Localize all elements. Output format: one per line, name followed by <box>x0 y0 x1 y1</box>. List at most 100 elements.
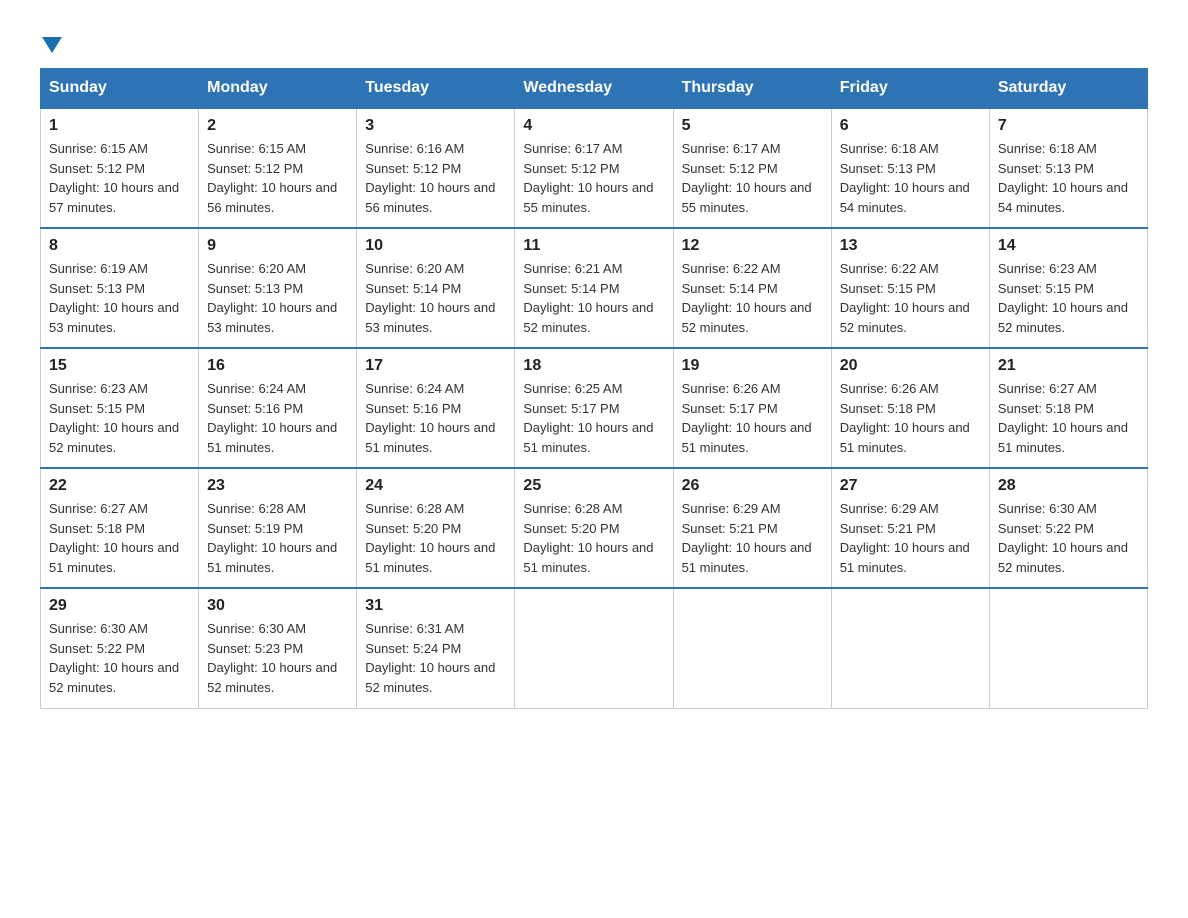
day-info: Sunrise: 6:20 AMSunset: 5:14 PMDaylight:… <box>365 261 495 335</box>
day-info: Sunrise: 6:23 AMSunset: 5:15 PMDaylight:… <box>998 261 1128 335</box>
day-number: 15 <box>49 357 190 375</box>
day-info: Sunrise: 6:30 AMSunset: 5:23 PMDaylight:… <box>207 621 337 695</box>
calendar-cell: 21 Sunrise: 6:27 AMSunset: 5:18 PMDayligh… <box>989 348 1147 468</box>
week-row-5: 29 Sunrise: 6:30 AMSunset: 5:22 PMDayligh… <box>41 588 1148 708</box>
week-row-2: 8 Sunrise: 6:19 AMSunset: 5:13 PMDaylight… <box>41 228 1148 348</box>
calendar-cell: 13 Sunrise: 6:22 AMSunset: 5:15 PMDayligh… <box>831 228 989 348</box>
day-info: Sunrise: 6:28 AMSunset: 5:20 PMDaylight:… <box>523 501 653 575</box>
calendar-cell: 12 Sunrise: 6:22 AMSunset: 5:14 PMDayligh… <box>673 228 831 348</box>
day-number: 27 <box>840 477 981 495</box>
day-number: 22 <box>49 477 190 495</box>
calendar-cell: 31 Sunrise: 6:31 AMSunset: 5:24 PMDayligh… <box>357 588 515 708</box>
calendar-cell: 6Sunrise: 6:18 AMSunset: 5:13 PMDaylight… <box>831 108 989 228</box>
calendar-cell: 26 Sunrise: 6:29 AMSunset: 5:21 PMDayligh… <box>673 468 831 588</box>
week-row-4: 22 Sunrise: 6:27 AMSunset: 5:18 PMDayligh… <box>41 468 1148 588</box>
header-friday: Friday <box>831 69 989 109</box>
calendar-cell: 15 Sunrise: 6:23 AMSunset: 5:15 PMDayligh… <box>41 348 199 468</box>
calendar-cell: 2 Sunrise: 6:15 AMSunset: 5:12 PMDaylight… <box>199 108 357 228</box>
day-number: 9 <box>207 237 348 255</box>
day-number: 13 <box>840 237 981 255</box>
day-number: 21 <box>998 357 1139 375</box>
calendar-cell: 25 Sunrise: 6:28 AMSunset: 5:20 PMDayligh… <box>515 468 673 588</box>
day-info: Sunrise: 6:19 AMSunset: 5:13 PMDaylight:… <box>49 261 179 335</box>
day-info: Sunrise: 6:18 AMSunset: 5:13 PMDaylight:… <box>840 141 970 215</box>
calendar-cell <box>831 588 989 708</box>
day-number: 16 <box>207 357 348 375</box>
calendar-cell: 27 Sunrise: 6:29 AMSunset: 5:21 PMDayligh… <box>831 468 989 588</box>
logo-triangle-icon <box>42 37 62 53</box>
day-info: Sunrise: 6:30 AMSunset: 5:22 PMDaylight:… <box>49 621 179 695</box>
day-number: 11 <box>523 237 664 255</box>
calendar-cell: 28 Sunrise: 6:30 AMSunset: 5:22 PMDayligh… <box>989 468 1147 588</box>
calendar-cell: 19 Sunrise: 6:26 AMSunset: 5:17 PMDayligh… <box>673 348 831 468</box>
day-number: 2 <box>207 117 348 135</box>
day-info: Sunrise: 6:31 AMSunset: 5:24 PMDaylight:… <box>365 621 495 695</box>
header-thursday: Thursday <box>673 69 831 109</box>
calendar-cell: 14 Sunrise: 6:23 AMSunset: 5:15 PMDayligh… <box>989 228 1147 348</box>
calendar-cell <box>989 588 1147 708</box>
day-info: Sunrise: 6:27 AMSunset: 5:18 PMDaylight:… <box>49 501 179 575</box>
day-number: 4 <box>523 117 664 135</box>
calendar-cell <box>515 588 673 708</box>
calendar-cell: 10 Sunrise: 6:20 AMSunset: 5:14 PMDayligh… <box>357 228 515 348</box>
calendar-cell: 7 Sunrise: 6:18 AMSunset: 5:13 PMDaylight… <box>989 108 1147 228</box>
day-number: 24 <box>365 477 506 495</box>
day-number: 7 <box>998 117 1139 135</box>
week-row-3: 15 Sunrise: 6:23 AMSunset: 5:15 PMDayligh… <box>41 348 1148 468</box>
day-number: 12 <box>682 237 823 255</box>
calendar-cell: 16Sunrise: 6:24 AMSunset: 5:16 PMDayligh… <box>199 348 357 468</box>
day-number: 8 <box>49 237 190 255</box>
day-number: 5 <box>682 117 823 135</box>
day-info: Sunrise: 6:15 AMSunset: 5:12 PMDaylight:… <box>49 141 179 215</box>
day-info: Sunrise: 6:26 AMSunset: 5:17 PMDaylight:… <box>682 381 812 455</box>
day-info: Sunrise: 6:22 AMSunset: 5:14 PMDaylight:… <box>682 261 812 335</box>
calendar-cell: 4 Sunrise: 6:17 AMSunset: 5:12 PMDaylight… <box>515 108 673 228</box>
calendar-cell: 1 Sunrise: 6:15 AMSunset: 5:12 PMDaylight… <box>41 108 199 228</box>
header-tuesday: Tuesday <box>357 69 515 109</box>
calendar-cell: 18 Sunrise: 6:25 AMSunset: 5:17 PMDayligh… <box>515 348 673 468</box>
calendar-cell: 11 Sunrise: 6:21 AMSunset: 5:14 PMDayligh… <box>515 228 673 348</box>
day-info: Sunrise: 6:17 AMSunset: 5:12 PMDaylight:… <box>682 141 812 215</box>
calendar-cell: 20 Sunrise: 6:26 AMSunset: 5:18 PMDayligh… <box>831 348 989 468</box>
day-info: Sunrise: 6:28 AMSunset: 5:20 PMDaylight:… <box>365 501 495 575</box>
day-number: 30 <box>207 597 348 615</box>
day-info: Sunrise: 6:27 AMSunset: 5:18 PMDaylight:… <box>998 381 1128 455</box>
day-info: Sunrise: 6:20 AMSunset: 5:13 PMDaylight:… <box>207 261 337 335</box>
day-info: Sunrise: 6:15 AMSunset: 5:12 PMDaylight:… <box>207 141 337 215</box>
day-number: 1 <box>49 117 190 135</box>
day-number: 18 <box>523 357 664 375</box>
day-number: 20 <box>840 357 981 375</box>
calendar-cell: 17 Sunrise: 6:24 AMSunset: 5:16 PMDayligh… <box>357 348 515 468</box>
day-info: Sunrise: 6:17 AMSunset: 5:12 PMDaylight:… <box>523 141 653 215</box>
day-number: 10 <box>365 237 506 255</box>
weekday-header-row: SundayMondayTuesdayWednesdayThursdayFrid… <box>41 69 1148 109</box>
day-info: Sunrise: 6:22 AMSunset: 5:15 PMDaylight:… <box>840 261 970 335</box>
day-info: Sunrise: 6:18 AMSunset: 5:13 PMDaylight:… <box>998 141 1128 215</box>
day-number: 19 <box>682 357 823 375</box>
day-info: Sunrise: 6:30 AMSunset: 5:22 PMDaylight:… <box>998 501 1128 575</box>
day-info: Sunrise: 6:24 AMSunset: 5:16 PMDaylight:… <box>365 381 495 455</box>
day-number: 26 <box>682 477 823 495</box>
day-info: Sunrise: 6:25 AMSunset: 5:17 PMDaylight:… <box>523 381 653 455</box>
day-info: Sunrise: 6:26 AMSunset: 5:18 PMDaylight:… <box>840 381 970 455</box>
day-number: 14 <box>998 237 1139 255</box>
day-info: Sunrise: 6:29 AMSunset: 5:21 PMDaylight:… <box>840 501 970 575</box>
calendar-cell: 3Sunrise: 6:16 AMSunset: 5:12 PMDaylight… <box>357 108 515 228</box>
header-wednesday: Wednesday <box>515 69 673 109</box>
calendar-cell: 29 Sunrise: 6:30 AMSunset: 5:22 PMDayligh… <box>41 588 199 708</box>
day-info: Sunrise: 6:16 AMSunset: 5:12 PMDaylight:… <box>365 141 495 215</box>
logo <box>40 30 62 58</box>
header-monday: Monday <box>199 69 357 109</box>
day-number: 31 <box>365 597 506 615</box>
day-info: Sunrise: 6:21 AMSunset: 5:14 PMDaylight:… <box>523 261 653 335</box>
calendar-cell: 30 Sunrise: 6:30 AMSunset: 5:23 PMDayligh… <box>199 588 357 708</box>
day-number: 29 <box>49 597 190 615</box>
day-number: 28 <box>998 477 1139 495</box>
calendar-cell: 23Sunrise: 6:28 AMSunset: 5:19 PMDayligh… <box>199 468 357 588</box>
day-number: 25 <box>523 477 664 495</box>
calendar-cell <box>673 588 831 708</box>
page-header <box>40 30 1148 58</box>
day-info: Sunrise: 6:23 AMSunset: 5:15 PMDaylight:… <box>49 381 179 455</box>
day-info: Sunrise: 6:29 AMSunset: 5:21 PMDaylight:… <box>682 501 812 575</box>
day-number: 17 <box>365 357 506 375</box>
